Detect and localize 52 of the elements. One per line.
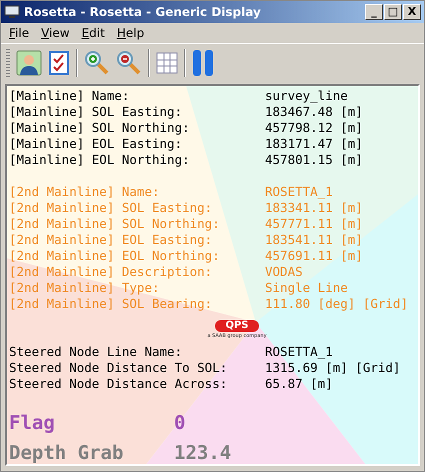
field-label: [Mainline] SOL Easting: xyxy=(9,104,184,120)
window-title: Rosetta - Rosetta - Generic Display xyxy=(24,5,262,19)
zoom-out-icon[interactable] xyxy=(116,50,142,76)
field-value: Single Line xyxy=(265,280,348,296)
checklist-icon[interactable] xyxy=(48,50,70,76)
toolbar-grip xyxy=(6,49,10,77)
minimize-button[interactable]: _ xyxy=(365,4,383,20)
monitor-icon xyxy=(4,5,20,19)
field-label: [2nd Mainline] EOL Northing: xyxy=(9,248,221,264)
field-value: 183467.48 [m] xyxy=(265,104,363,120)
field-label: [Mainline] Name: xyxy=(9,88,130,104)
grid-icon[interactable] xyxy=(156,52,178,74)
field-value: 1315.69 [m] [Grid] xyxy=(265,360,400,376)
menu-item[interactable]: File xyxy=(3,26,36,40)
field-label: [Mainline] SOL Northing: xyxy=(9,120,191,136)
field-label: [2nd Mainline] Name: xyxy=(9,184,161,200)
field-value: 457798.12 [m] xyxy=(265,120,363,136)
field-value: 457691.11 [m] xyxy=(265,248,363,264)
field-value: ROSETTA_1 xyxy=(265,344,333,360)
zoom-in-icon[interactable] xyxy=(84,50,110,76)
close-button[interactable]: X xyxy=(403,4,421,20)
maximize-button[interactable]: □ xyxy=(384,4,402,20)
field-value: 111.80 [deg] [Grid] xyxy=(265,296,408,312)
field-label: [2nd Mainline] Type: xyxy=(9,280,161,296)
field-value: survey_line xyxy=(265,88,348,104)
person-icon[interactable] xyxy=(16,50,42,76)
field-value: 65.87 [m] xyxy=(265,376,333,392)
field-label: [Mainline] EOL Northing: xyxy=(9,152,191,168)
menu-item[interactable]: View xyxy=(35,26,76,40)
field-value: 183541.11 [m] xyxy=(265,232,363,248)
readout-value: 0 xyxy=(174,411,186,436)
field-label: [2nd Mainline] SOL Easting: xyxy=(9,200,214,216)
field-label: Steered Node Distance To SOL: xyxy=(9,360,228,376)
readout-label: Depth Grab xyxy=(9,441,124,464)
menu-item[interactable]: Edit xyxy=(76,26,111,40)
readout-label: Flag xyxy=(9,411,56,436)
field-label: [Mainline] EOL Easting: xyxy=(9,136,184,152)
field-value: VODAS xyxy=(265,264,303,280)
field-value: 457801.15 [m] xyxy=(265,152,363,168)
field-value: ROSETTA_1 xyxy=(265,184,333,200)
field-label: [2nd Mainline] Description: xyxy=(9,264,214,280)
menu-item[interactable]: Help xyxy=(110,26,150,40)
field-label: [2nd Mainline] SOL Bearing: xyxy=(9,296,214,312)
field-value: 183341.11 [m] xyxy=(265,200,363,216)
field-value: 457771.11 [m] xyxy=(265,216,363,232)
field-label: Steered Node Distance Across: xyxy=(9,376,228,392)
field-label: [2nd Mainline] EOL Easting: xyxy=(9,232,214,248)
field-value: 183171.47 [m] xyxy=(265,136,363,152)
field-label: [2nd Mainline] SOL Northing: xyxy=(9,216,221,232)
pause-icon[interactable] xyxy=(192,49,214,77)
readout-value: 123.4 xyxy=(174,441,232,464)
field-label: Steered Node Line Name: xyxy=(9,344,184,360)
